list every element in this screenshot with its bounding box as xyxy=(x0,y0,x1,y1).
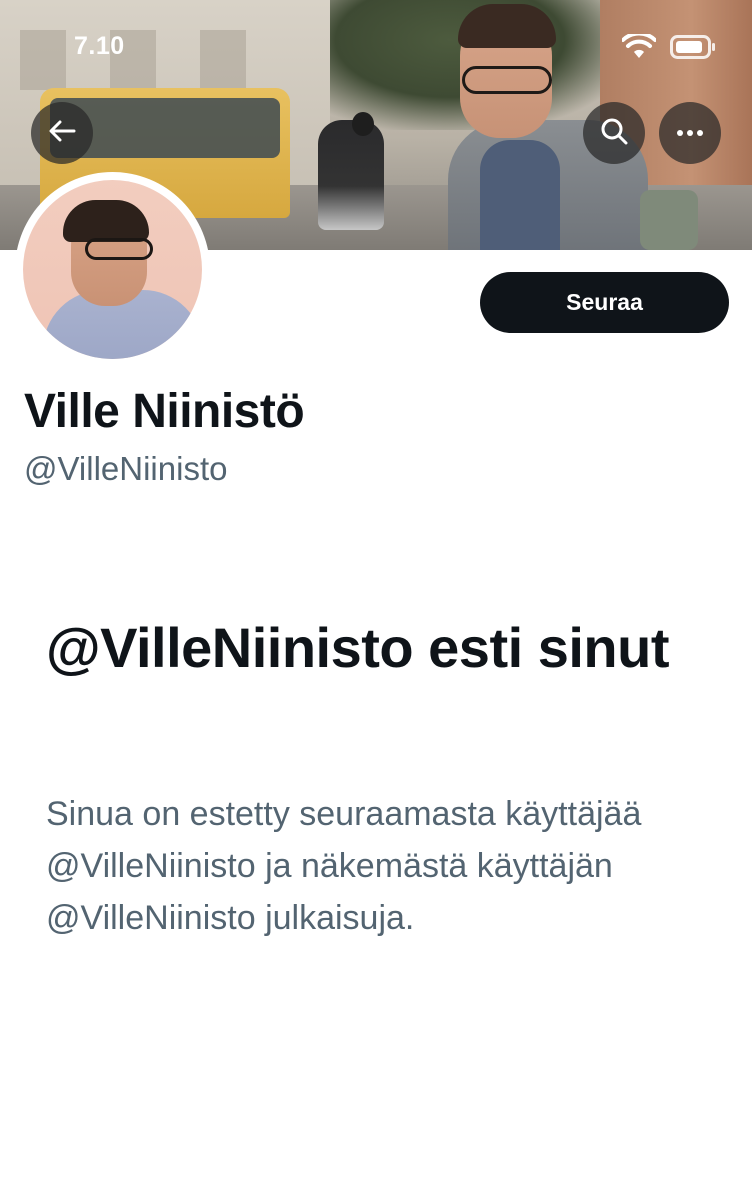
profile-handle: @VilleNiinisto xyxy=(24,450,228,487)
status-time: 7.10 xyxy=(74,32,125,60)
follow-button[interactable]: Seuraa xyxy=(480,272,729,333)
blocked-title: @VilleNiinisto esti sinut xyxy=(46,616,669,679)
search-icon xyxy=(600,117,628,150)
battery-icon xyxy=(670,35,716,59)
blocked-description: Sinua on estetty seuraamasta käyttäjää @… xyxy=(46,795,642,937)
search-button[interactable] xyxy=(583,102,645,164)
status-icons xyxy=(622,34,716,60)
wifi-icon xyxy=(622,34,656,60)
avatar[interactable] xyxy=(15,172,210,367)
profile-display-name: Ville Niinistö xyxy=(24,385,305,438)
more-options-button[interactable] xyxy=(659,102,721,164)
back-button[interactable] xyxy=(31,102,93,164)
banner-cyclist xyxy=(318,120,384,230)
more-horizontal-icon xyxy=(676,124,704,142)
arrow-left-icon xyxy=(48,119,76,148)
avatar-photo xyxy=(23,180,202,359)
